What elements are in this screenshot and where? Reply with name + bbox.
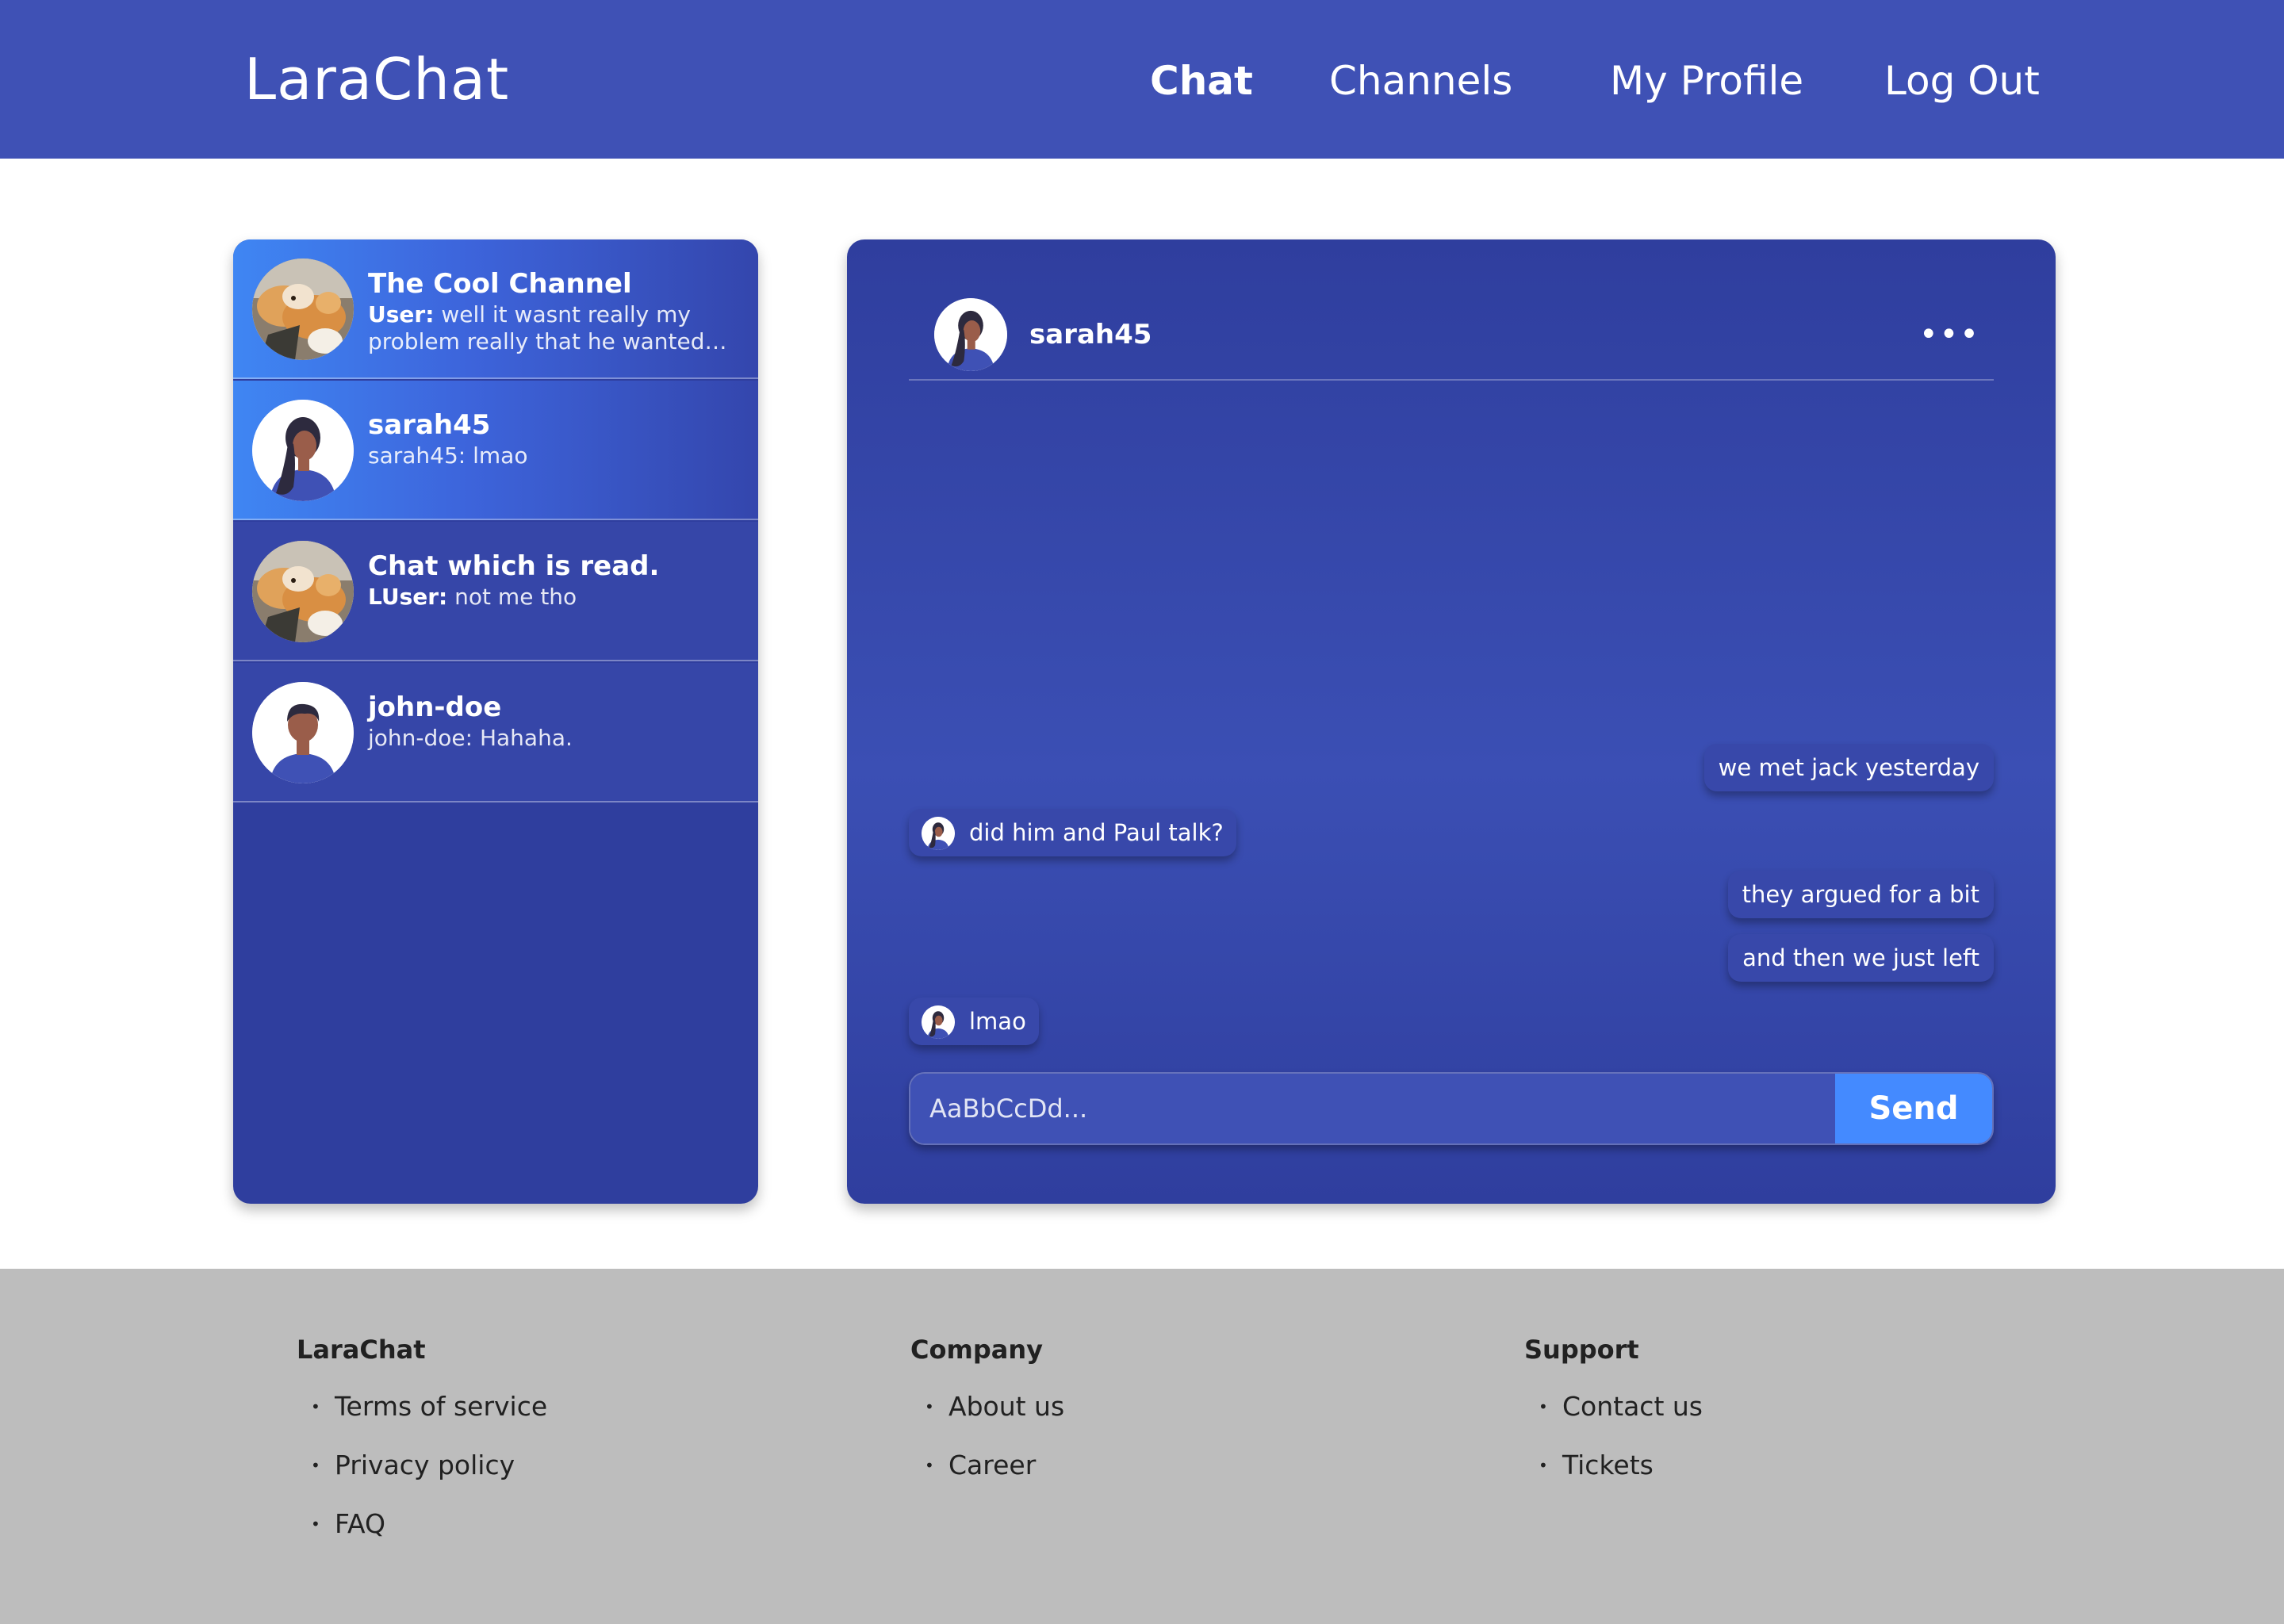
footer-heading: LaraChat <box>297 1335 426 1365</box>
brand-logo[interactable]: LaraChat <box>244 48 509 111</box>
conversation-preview: LUser: not me tho <box>368 584 738 611</box>
message-composer: Send <box>909 1072 1994 1145</box>
footer-column-company: Company About us Career <box>910 1334 1386 1507</box>
send-button[interactable]: Send <box>1835 1074 1992 1143</box>
footer-column-support: Support Contact us Tickets <box>1524 1334 2000 1507</box>
message-bubble-outgoing: and then we just left <box>1728 934 1994 982</box>
preview-sender: LUser: <box>368 584 448 610</box>
footer-heading: Company <box>910 1335 1043 1365</box>
message-text: did him and Paul talk? <box>969 819 1224 846</box>
footer-link-tickets[interactable]: Tickets <box>1524 1448 2000 1507</box>
conversation-preview: john-doe: Hahaha. <box>368 725 738 752</box>
footer-link-list: Terms of service Privacy policy FAQ <box>297 1389 772 1565</box>
message-bubble-incoming: did him and Paul talk? <box>909 809 1236 856</box>
nav-channels-link[interactable]: Channels <box>1329 57 1512 105</box>
footer-heading: Support <box>1524 1335 1639 1365</box>
chat-panel: sarah45 ••• we met jack yesterday did hi… <box>847 239 2056 1204</box>
message-bubble-outgoing: we met jack yesterday <box>1703 744 1994 791</box>
woman-avatar-icon <box>922 1005 955 1039</box>
footer-link-privacy-policy[interactable]: Privacy policy <box>297 1448 772 1507</box>
conversation-title: sarah45 <box>368 409 491 441</box>
header-divider <box>909 379 1994 381</box>
dog-photo-avatar <box>252 259 354 360</box>
footer-link-about-us[interactable]: About us <box>910 1389 1386 1448</box>
conversation-item-sarah45[interactable]: sarah45 sarah45: lmao <box>233 381 758 520</box>
nav-my-profile-link[interactable]: My Profile <box>1610 57 1803 105</box>
man-avatar-icon <box>252 682 354 783</box>
preview-sender: User: <box>368 301 435 327</box>
message-input[interactable] <box>910 1074 1837 1143</box>
footer-link-career[interactable]: Career <box>910 1448 1386 1507</box>
conversation-list: The Cool Channel User: well it wasnt rea… <box>233 239 758 1204</box>
preview-text: john-doe: Hahaha. <box>368 725 573 751</box>
footer-link-terms-of-service[interactable]: Terms of service <box>297 1389 772 1448</box>
footer-link-list: About us Career <box>910 1389 1386 1507</box>
conversation-preview: User: well it wasnt really my problem re… <box>368 301 738 355</box>
conversation-title: The Cool Channel <box>368 268 632 300</box>
conversation-item-chat-which-is-read[interactable]: Chat which is read. LUser: not me tho <box>233 522 758 661</box>
nav-log-out-link[interactable]: Log Out <box>1884 57 2040 105</box>
more-horizontal-icon[interactable]: ••• <box>1919 319 1979 350</box>
chat-header-name: sarah45 <box>1029 319 1152 350</box>
conversation-preview: sarah45: lmao <box>368 442 738 469</box>
message-bubble-incoming: lmao <box>909 998 1039 1045</box>
woman-avatar-icon[interactable] <box>934 298 1007 371</box>
nav-chat-link[interactable]: Chat <box>1150 57 1253 105</box>
footer-link-list: Contact us Tickets <box>1524 1389 2000 1507</box>
footer-column-larachat: LaraChat Terms of service Privacy policy… <box>297 1334 772 1565</box>
conversation-title: Chat which is read. <box>368 550 660 582</box>
woman-avatar-icon <box>922 817 955 850</box>
message-text: and then we just left <box>1742 944 1979 971</box>
preview-text: not me tho <box>454 584 577 610</box>
top-navbar: LaraChat Chat Channels My Profile Log Ou… <box>0 0 2284 159</box>
footer-link-contact-us[interactable]: Contact us <box>1524 1389 2000 1448</box>
footer-link-faq[interactable]: FAQ <box>297 1507 772 1565</box>
conversation-item-the-cool-channel[interactable]: The Cool Channel User: well it wasnt rea… <box>233 239 758 379</box>
conversation-item-john-doe[interactable]: john-doe john-doe: Hahaha. <box>233 663 758 802</box>
message-bubble-outgoing: they argued for a bit <box>1727 871 1994 918</box>
preview-text: sarah45: lmao <box>368 442 528 469</box>
dog-photo-avatar <box>252 541 354 642</box>
woman-avatar-icon <box>252 400 354 501</box>
page-footer: LaraChat Terms of service Privacy policy… <box>0 1269 2284 1624</box>
conversation-title: john-doe <box>368 691 502 723</box>
message-text: we met jack yesterday <box>1718 754 1979 781</box>
message-text: they argued for a bit <box>1742 881 1979 908</box>
message-text: lmao <box>969 1008 1026 1035</box>
